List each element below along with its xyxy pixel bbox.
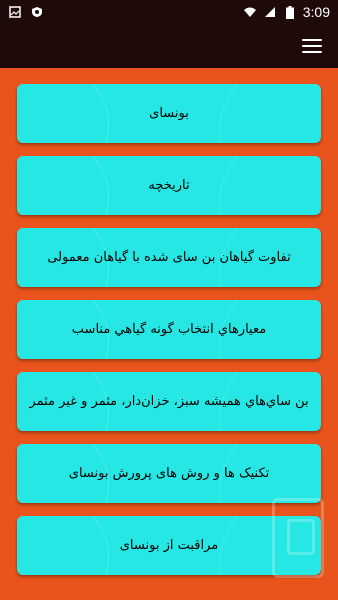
app-bar	[0, 24, 338, 68]
list-item-label: تکنیک ها و روش های پرورش بونسای	[68, 466, 270, 481]
status-bar: 3:09	[0, 0, 338, 24]
list-item-label: معيارهاي انتخاب گونه گياهي مناسب	[71, 322, 267, 337]
battery-icon	[283, 5, 297, 19]
content-area: بونسای تاریخچه تفاوت گیاهان بن سای شده ب…	[0, 68, 338, 600]
list-item-label: بونسای	[149, 106, 189, 121]
list-item-label: تفاوت گیاهان بن سای شده با گیاهان معمولی	[47, 250, 291, 265]
list-item[interactable]: بن ساي‌هاي هميشه سبز، خزان‌دار، مثمر و غ…	[17, 372, 321, 431]
signal-icon	[263, 5, 277, 19]
list-item[interactable]: تاریخچه	[17, 156, 321, 215]
list-item-label: تاریخچه	[148, 178, 190, 193]
list-item-label: بن ساي‌هاي هميشه سبز، خزان‌دار، مثمر و غ…	[29, 394, 309, 409]
list-item[interactable]: تکنیک ها و روش های پرورش بونسای	[17, 444, 321, 503]
shield-icon	[30, 5, 44, 19]
list-item[interactable]: بونسای	[17, 84, 321, 143]
list-item[interactable]: معيارهاي انتخاب گونه گياهي مناسب	[17, 300, 321, 359]
image-icon	[8, 5, 22, 19]
clock-text: 3:09	[302, 4, 330, 20]
list-item[interactable]: تفاوت گیاهان بن سای شده با گیاهان معمولی	[17, 228, 321, 287]
list-item-label: مراقبت از بونسای	[119, 538, 219, 553]
wifi-icon	[243, 5, 257, 19]
hamburger-menu-icon[interactable]	[302, 36, 322, 56]
watermark-logo-icon	[272, 498, 324, 578]
